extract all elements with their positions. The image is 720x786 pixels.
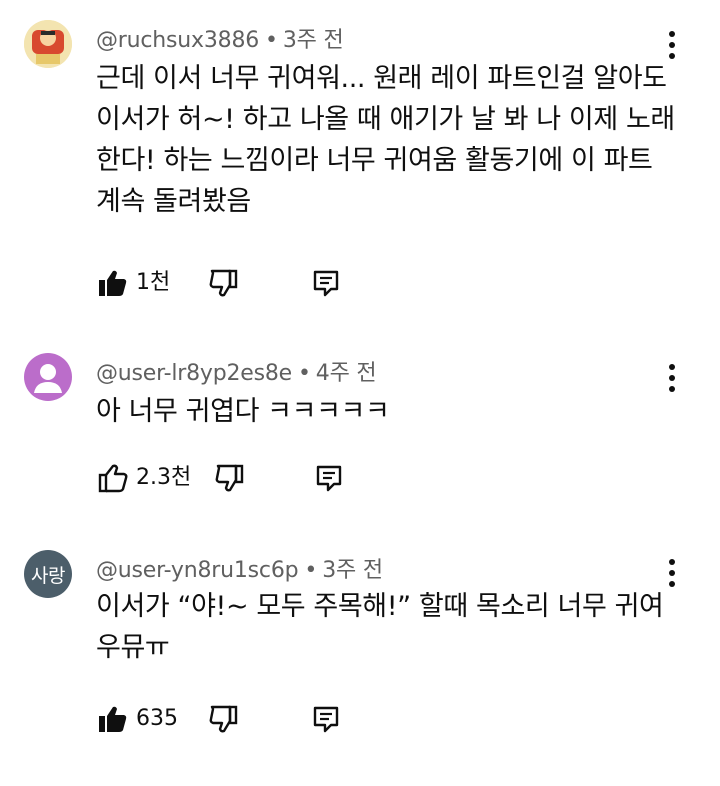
thumbs-down-icon[interactable] (215, 463, 245, 493)
more-vert-icon[interactable] (662, 556, 682, 590)
meta-separator: • (304, 558, 318, 583)
comment-time[interactable]: 4주 전 (316, 361, 377, 386)
comment-author[interactable]: @user-yn8ru1sc6p (96, 558, 299, 583)
comment-actions: 635 (96, 698, 396, 738)
comment-meta: @user-lr8yp2es8e • 4주 전 (96, 355, 377, 387)
thumbs-up-icon[interactable] (98, 704, 128, 734)
comment-text: 이서가 “야!~ 모두 주목해!” 할때 목소리 너무 귀여우뮤ㅠ (96, 591, 664, 663)
comment-meta: @ruchsux3886 • 3주 전 (96, 22, 344, 54)
comment-text: 근데 이서 너무 귀여워... 원래 레이 파트인걸 알아도 이서가 허~! 하… (96, 63, 675, 217)
more-vert-icon[interactable] (662, 361, 682, 395)
reply-icon[interactable] (311, 704, 341, 734)
comment-time[interactable]: 3주 전 (322, 558, 383, 583)
meta-separator: • (265, 28, 278, 53)
avatar[interactable]: 사랑 (24, 550, 72, 598)
comment-actions: 2.3천 (96, 457, 396, 497)
avatar[interactable] (24, 353, 72, 401)
comment-time[interactable]: 3주 전 (283, 28, 344, 53)
default-user-icon (34, 364, 62, 393)
more-vert-icon[interactable] (662, 28, 682, 62)
like-count: 2.3천 (136, 465, 192, 490)
thumbs-up-icon[interactable] (98, 268, 128, 298)
like-count: 635 (136, 706, 178, 731)
comment-author[interactable]: @ruchsux3886 (96, 28, 259, 53)
avatar[interactable] (24, 20, 72, 68)
avatar-cartoon-icon (24, 20, 72, 68)
comment-actions: 1천 (96, 262, 396, 302)
thumbs-up-icon[interactable] (98, 463, 128, 493)
comment-author[interactable]: @user-lr8yp2es8e (96, 361, 292, 386)
reply-icon[interactable] (314, 463, 344, 493)
like-count: 1천 (136, 270, 171, 295)
thumbs-down-icon[interactable] (209, 268, 239, 298)
meta-separator: • (297, 361, 311, 386)
reply-icon[interactable] (311, 268, 341, 298)
thumbs-down-icon[interactable] (209, 704, 239, 734)
avatar-initials: 사랑 (31, 564, 65, 587)
comment-meta: @user-yn8ru1sc6p • 3주 전 (96, 552, 383, 584)
comment-text: 아 너무 귀엽다 ㅋㅋㅋㅋㅋ (96, 396, 390, 427)
